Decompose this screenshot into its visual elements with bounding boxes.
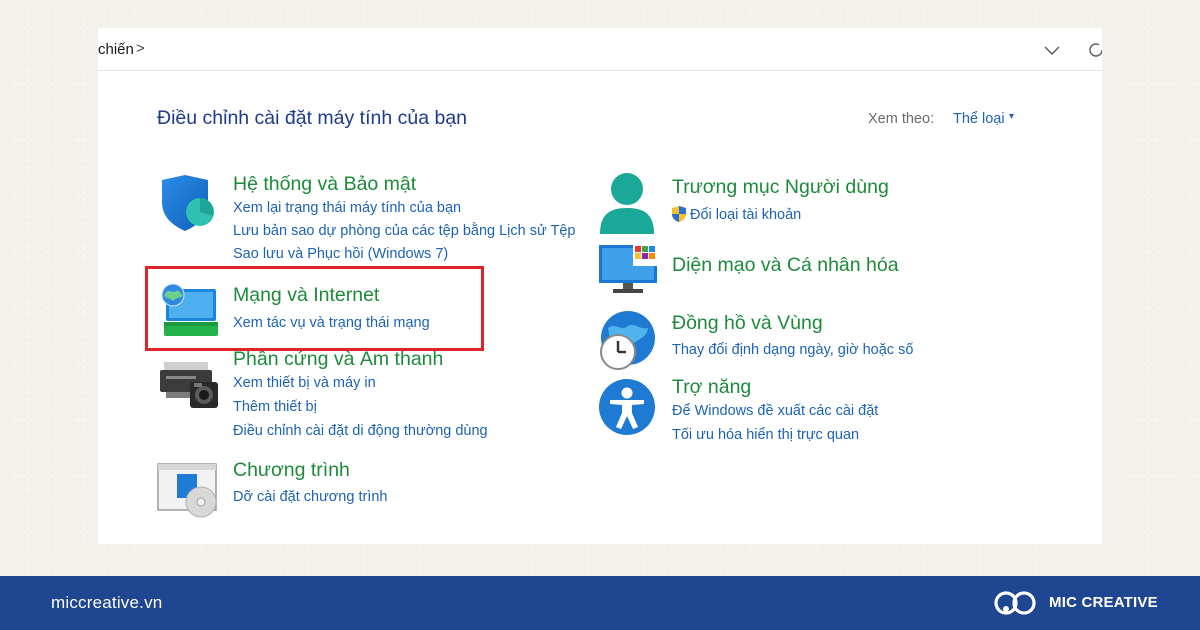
category-title-system-security[interactable]: Hệ thống và Bảo mật: [233, 173, 416, 196]
mic-creative-logo-icon: [994, 591, 1036, 615]
appearance-monitor-icon[interactable]: [599, 242, 659, 296]
accessibility-icon[interactable]: [598, 378, 656, 436]
uac-shield-icon: [672, 206, 686, 222]
link-file-history-backup[interactable]: Lưu bản sao dự phòng của các tệp bằng Lị…: [233, 223, 575, 239]
footer-brand-name: MIC CREATIVE: [1049, 594, 1158, 611]
link-add-device[interactable]: Thêm thiết bị: [233, 399, 317, 415]
category-title-user-accounts[interactable]: Trương mục Người dùng: [672, 176, 889, 199]
printer-camera-icon[interactable]: [160, 358, 220, 410]
category-title-clock-region[interactable]: Đồng hồ và Vùng: [672, 312, 823, 335]
security-shield-icon[interactable]: [158, 174, 218, 232]
link-devices-printers[interactable]: Xem thiết bị và máy in: [233, 375, 376, 391]
user-accounts-icon[interactable]: [598, 172, 656, 234]
link-review-computer-status[interactable]: Xem lại trạng thái máy tính của bạn: [233, 200, 461, 216]
link-mobility-settings[interactable]: Điều chỉnh cài đặt di động thường dùng: [233, 423, 488, 439]
link-change-account-type[interactable]: Đổi loại tài khoản: [690, 207, 801, 223]
footer-banner: miccreative.vn MIC CREATIVE: [0, 576, 1200, 630]
link-backup-restore-win7[interactable]: Sao lưu và Phục hồi (Windows 7): [233, 246, 448, 262]
refresh-icon[interactable]: [1086, 40, 1102, 60]
programs-disc-icon[interactable]: [157, 462, 221, 518]
link-optimize-visual-display[interactable]: Tối ưu hóa hiển thị trực quan: [672, 427, 859, 443]
category-title-appearance[interactable]: Diện mạo và Cá nhân hóa: [672, 254, 899, 277]
link-let-windows-suggest[interactable]: Để Windows đề xuất các cài đặt: [672, 403, 878, 419]
address-bar[interactable]: chiến >: [98, 28, 1102, 71]
link-change-date-time-format[interactable]: Thay đổi định dạng ngày, giờ hoặc số: [672, 342, 913, 358]
category-title-ease-of-access[interactable]: Trợ năng: [672, 376, 751, 399]
control-panel-window: chiến > Điều chỉnh cài đặt máy tính của …: [98, 28, 1102, 544]
breadcrumb-separator[interactable]: >: [136, 40, 145, 57]
category-title-programs[interactable]: Chương trình: [233, 459, 350, 482]
highlight-box: [145, 266, 484, 351]
footer-website: miccreative.vn: [51, 593, 163, 612]
category-title-hardware-sound[interactable]: Phần cứng và Âm thanh: [233, 348, 443, 371]
dropdown-caret-icon[interactable]: ▾: [1009, 111, 1014, 122]
link-uninstall-program[interactable]: Dỡ cài đặt chương trình: [233, 489, 387, 505]
breadcrumb[interactable]: chiến: [98, 41, 134, 58]
page-title: Điều chỉnh cài đặt máy tính của bạn: [157, 107, 468, 129]
view-by-label: Xem theo:: [868, 111, 935, 127]
view-by-dropdown[interactable]: Thể loại: [953, 111, 1005, 127]
chevron-down-icon[interactable]: [1042, 40, 1062, 60]
clock-globe-icon[interactable]: [596, 310, 660, 370]
